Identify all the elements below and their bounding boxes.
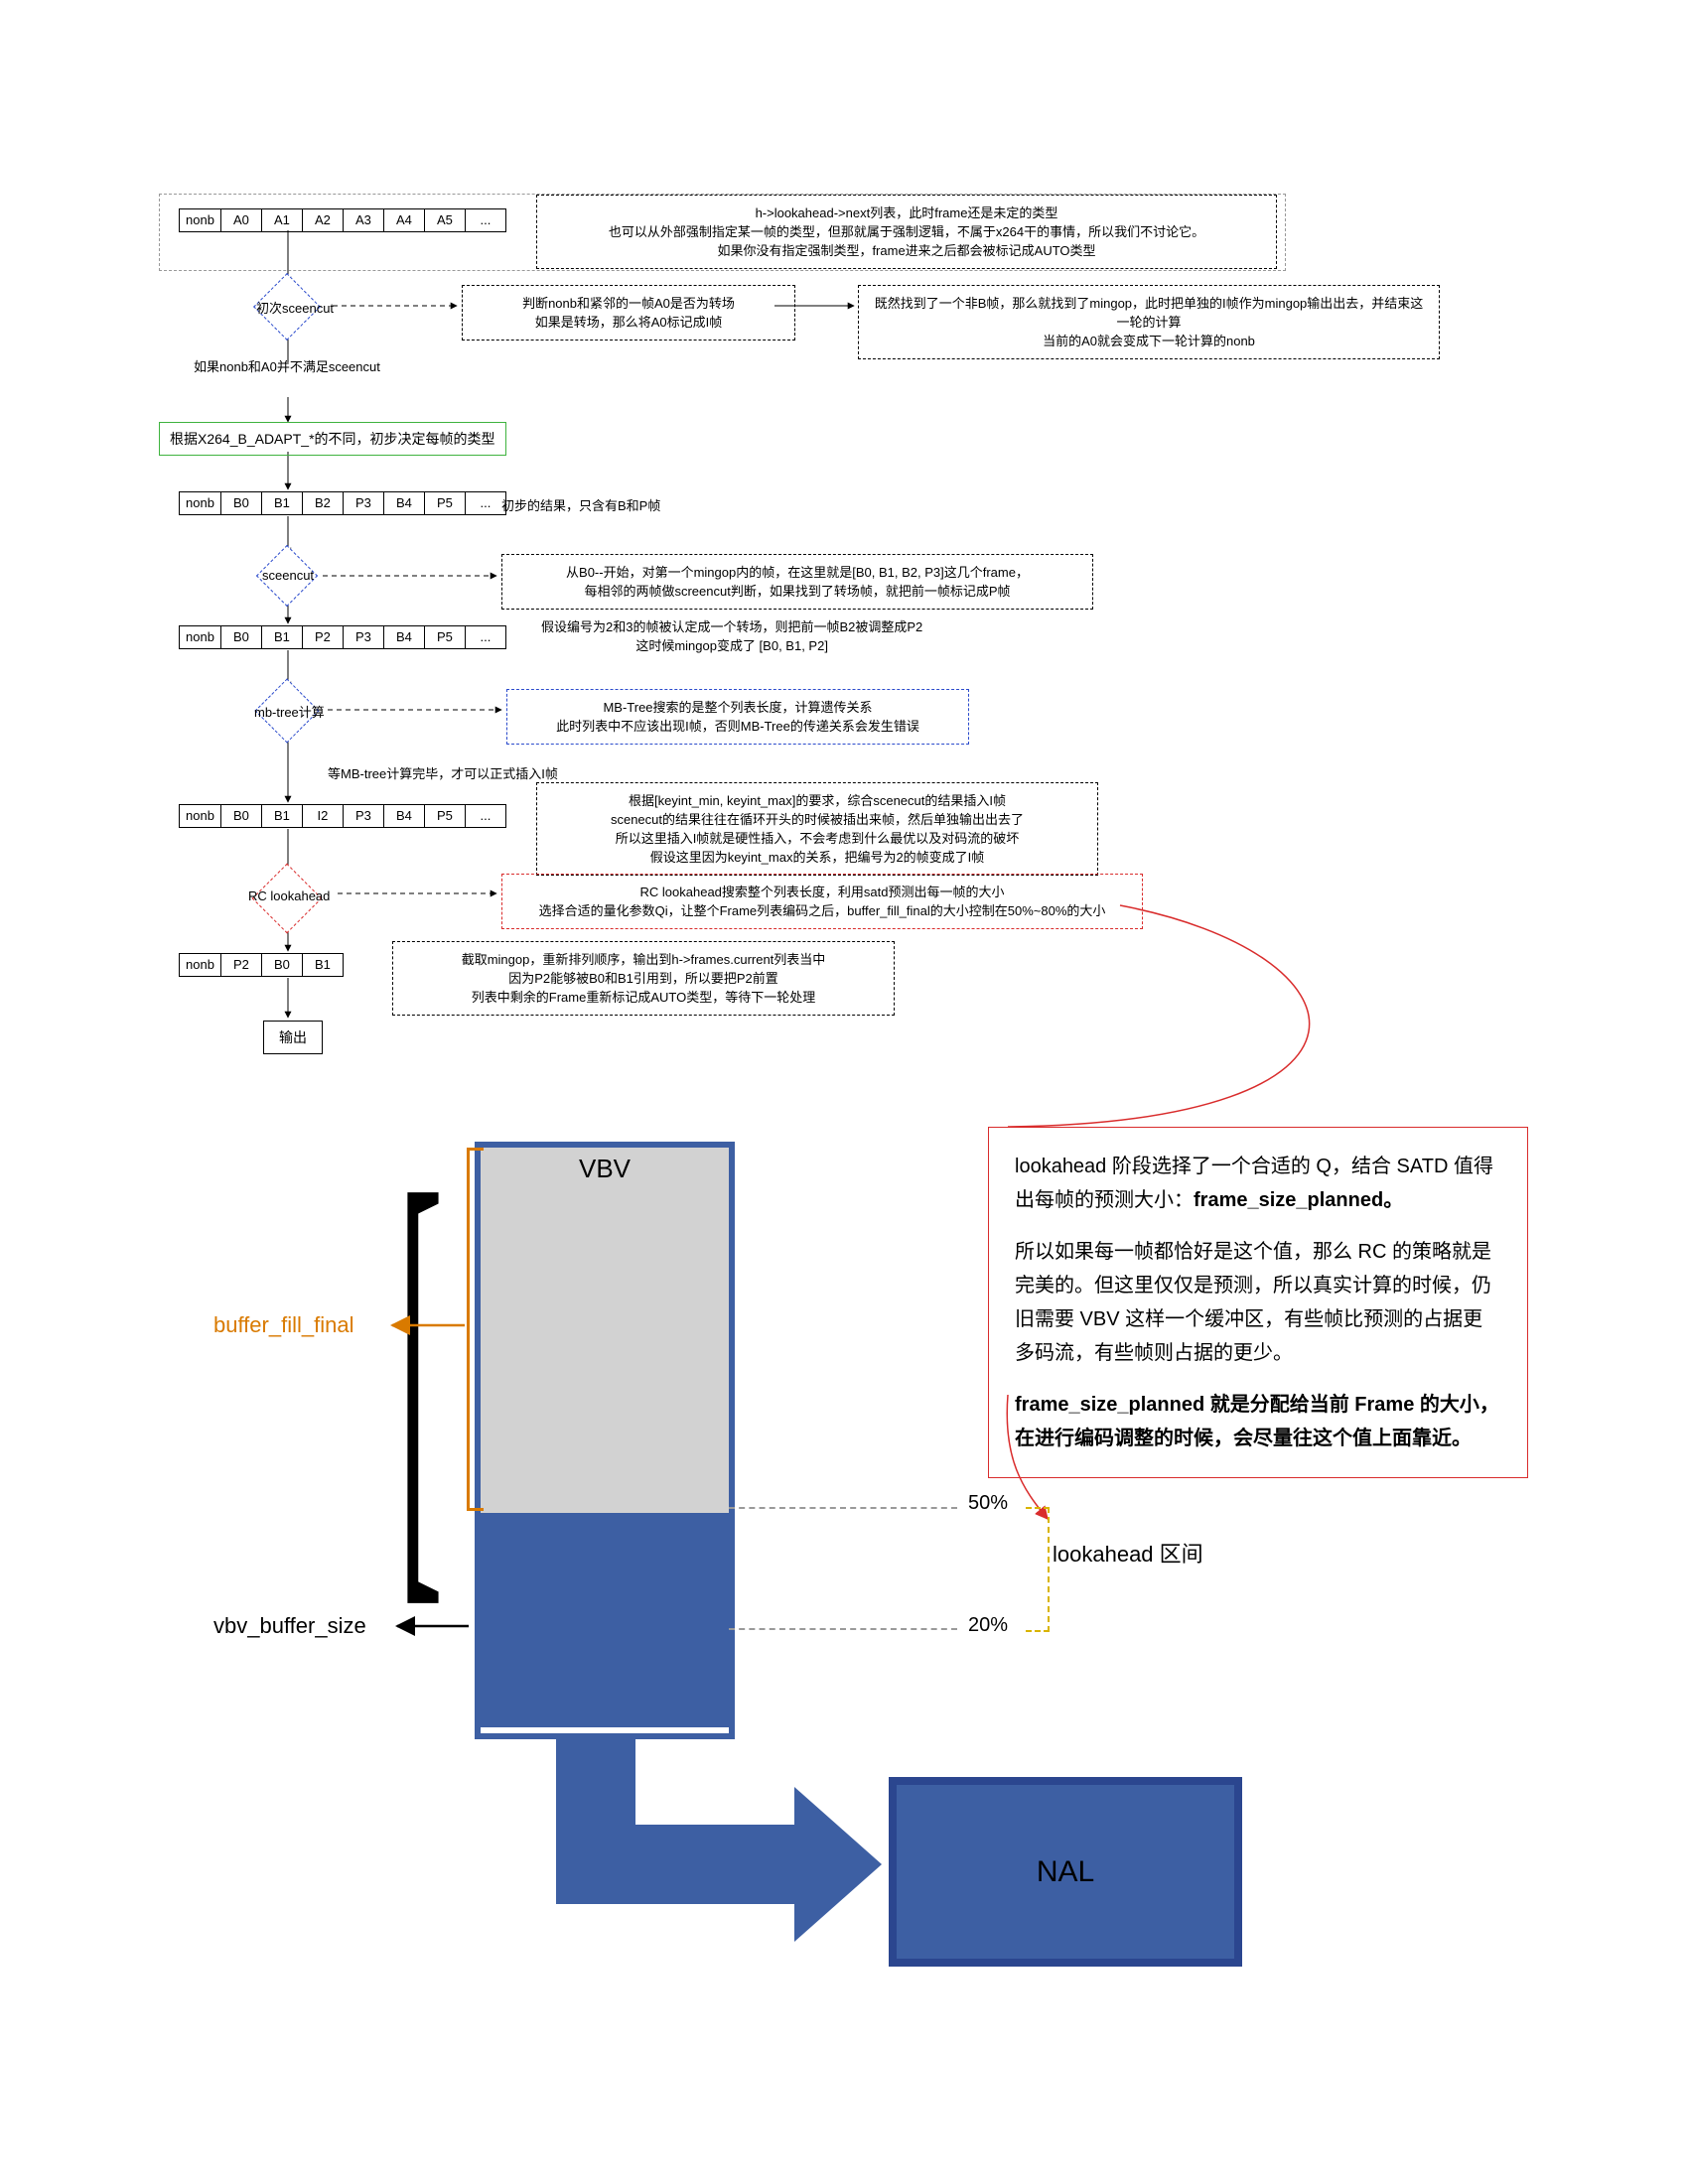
diamond-mb-tree-label: mb-tree计算 [254, 702, 325, 721]
note-first-scenecut-out: 既然找到了一个非B帧，那么就找到了mingop，此时把单独的I帧作为mingop… [858, 285, 1440, 359]
arrow-vbv-head [794, 1787, 882, 1942]
marker-buffer-fill-final [467, 1148, 484, 1511]
note-scenecut-loop: 从B0--开始，对第一个mingop内的帧，在这里就是[B0, B1, B2, … [501, 554, 1093, 610]
explanation-p2: 所以如果每一帧都恰好是这个值，那么 RC 的策略就是完美的。但这里仅仅是预测，所… [1015, 1235, 1501, 1370]
explanation-p3: frame_size_planned 就是分配给当前 Frame 的大小，在进行… [1015, 1388, 1501, 1455]
label-20pct: 20% [968, 1614, 1008, 1637]
nal-box: NAL [889, 1777, 1242, 1967]
explanation-p1: lookahead 阶段选择了一个合适的 Q，结合 SATD 值得出每帧的预测大… [1015, 1150, 1501, 1217]
bracket-lookahead-range [1026, 1507, 1050, 1632]
row-e-cells: nonbP2B0B1 [179, 953, 344, 977]
vbv-title: VBV [579, 1154, 631, 1513]
arrow-vbv-right [556, 1825, 794, 1904]
vbv-column: VBV [475, 1142, 735, 1739]
line-50pct [729, 1507, 957, 1509]
label-initial-bp: 初步的结果，只含有B和P帧 [501, 496, 660, 515]
label-adjust-p2: 假设编号为2和3的帧被认定成一个转场，则把前一帧B2被调整成P2 这时候ming… [541, 617, 922, 655]
row-b-cells: nonbB0B1B2P3B4P5... [179, 491, 506, 515]
note-mb-tree: MB-Tree搜索的是整个列表长度，计算遗传关系 此时列表中不应该出现I帧，否则… [506, 689, 969, 745]
nal-label: NAL [1037, 1855, 1094, 1889]
note-output-mingop: 截取mingop，重新排列顺序，输出到h->frames.current列表当中… [392, 941, 895, 1016]
label-50pct: 50% [968, 1492, 1008, 1515]
diamond-scenecut-label: sceencut [262, 568, 314, 583]
line-20pct [729, 1628, 957, 1630]
label-buffer-fill-final: buffer_fill_final [213, 1312, 353, 1338]
box-b-adapt: 根据X264_B_ADAPT_*的不同，初步决定每帧的类型 [159, 422, 506, 456]
vbv-fill-region [481, 1513, 729, 1727]
label-after-mbtree: 等MB-tree计算完毕，才可以正式插入I帧 [328, 764, 558, 783]
label-not-scenecut: 如果nonb和A0并不满足sceencut [194, 357, 380, 376]
note-first-scenecut: 判断nonb和紧邻的一帧A0是否为转场 如果是转场，那么将A0标记成I帧 [462, 285, 795, 341]
note-insert-i: 根据[keyint_min, keyint_max]的要求，综合scenecut… [536, 782, 1098, 876]
diamond-rc-lookahead-label: RC lookahead [248, 888, 330, 903]
explanation-frame-size-planned: lookahead 阶段选择了一个合适的 Q，结合 SATD 值得出每帧的预测大… [988, 1127, 1528, 1478]
row-d-cells: nonbB0B1I2P3B4P5... [179, 804, 506, 828]
box-output: 输出 [263, 1021, 323, 1054]
row-a-cells: nonbA0A1A2A3A4A5... [179, 208, 506, 232]
label-lookahead-range: lookahead 区间 [1053, 1537, 1203, 1569]
page: nonbA0A1A2A3A4A5... h->lookahead->next列表… [0, 0, 1688, 2184]
row-c-cells: nonbB0B1P2P3B4P5... [179, 625, 506, 649]
diamond-first-scenecut-label: 初次sceencut [256, 298, 334, 317]
label-vbv-buffer-size: vbv_buffer_size [213, 1613, 366, 1639]
brace-vbv: [ [397, 1122, 444, 1618]
note-rc-lookahead: RC lookahead搜索整个列表长度，利用satd预测出每一帧的大小 选择合… [501, 874, 1143, 929]
note-auto-type: h->lookahead->next列表，此时frame还是未定的类型 也可以从… [536, 195, 1277, 269]
